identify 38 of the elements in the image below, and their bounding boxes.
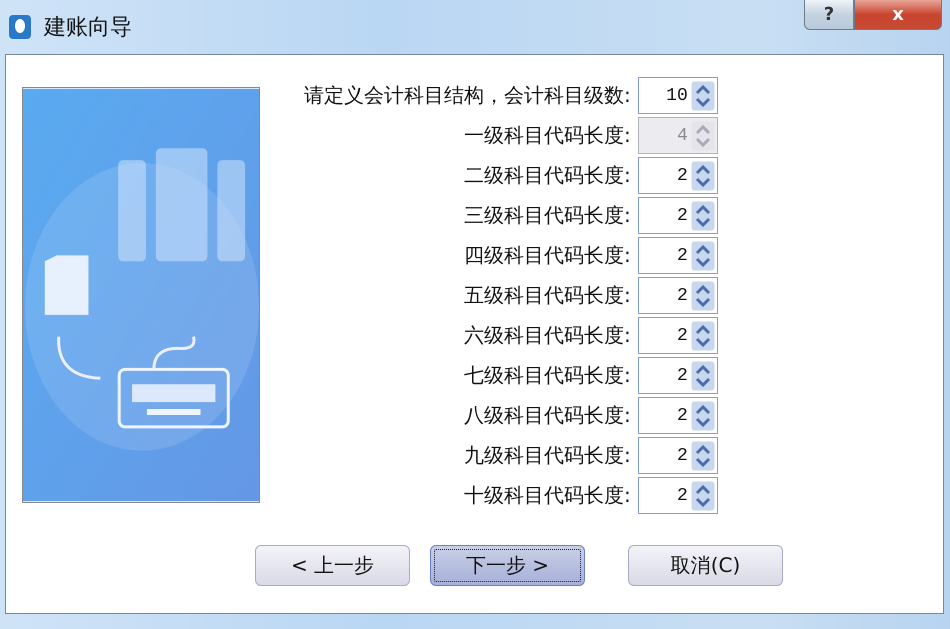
wizard-button[interactable]: 取消(C) [628,545,783,586]
field-label: 四级科目代码长度: [463,242,631,269]
number-spinner[interactable]: 2 [638,357,718,394]
app-icon [8,14,32,40]
number-spinner[interactable]: 2 [638,477,718,514]
spin-arrows-icon[interactable] [690,440,715,470]
number-spinner[interactable]: 2 [638,397,718,434]
number-spinner[interactable]: 2 [638,437,718,474]
close-button[interactable]: x [854,0,942,30]
window-title: 建账向导 [44,14,132,42]
number-spinner[interactable]: 2 [638,197,718,234]
spin-arrows-icon[interactable] [690,280,715,310]
number-spinner[interactable]: 2 [638,157,718,194]
number-spinner[interactable]: 2 [638,277,718,314]
spin-arrows-icon[interactable] [690,320,715,350]
spin-arrows-icon[interactable] [690,360,715,390]
field-label: 九级科目代码长度: [463,442,631,469]
field-label: 六级科目代码长度: [463,322,631,349]
wizard-button[interactable]: < 上一步 [255,545,410,586]
spin-arrows-icon[interactable] [690,400,715,430]
number-spinner[interactable]: 2 [638,317,718,354]
field-label: 三级科目代码长度: [463,202,631,229]
spin-arrows-icon[interactable] [690,200,715,230]
number-spinner[interactable]: 2 [638,237,718,274]
field-label: 二级科目代码长度: [463,162,631,189]
field-label: 一级科目代码长度: [463,122,631,149]
field-label: 五级科目代码长度: [463,282,631,309]
help-button[interactable]: ? [804,0,854,30]
field-label: 请定义会计科目结构，会计科目级数: [304,82,631,109]
field-label: 七级科目代码长度: [463,362,631,389]
spin-arrows-icon[interactable] [690,160,715,190]
spin-arrows-icon[interactable] [690,480,715,510]
wizard-button[interactable]: 下一步 > [430,545,585,586]
field-label: 八级科目代码长度: [463,402,631,429]
spin-arrows-icon[interactable] [690,240,715,270]
field-label: 十级科目代码长度: [463,482,631,509]
number-spinner[interactable]: 10 [638,77,718,114]
spin-arrows-icon[interactable] [690,80,715,110]
